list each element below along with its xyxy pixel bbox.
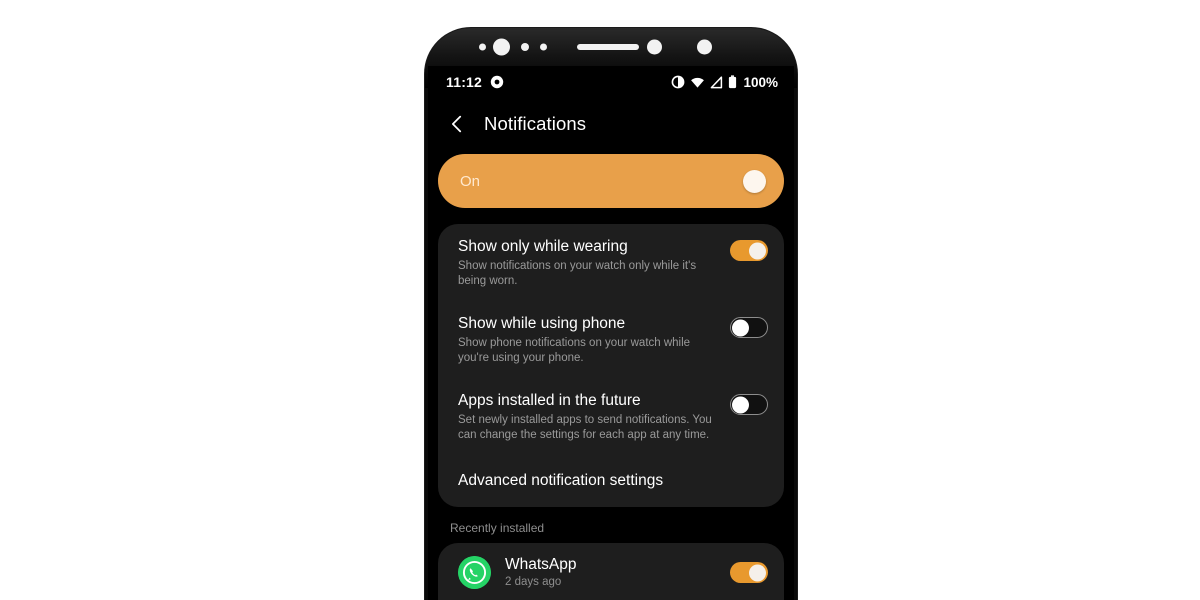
wifi-icon: [691, 77, 705, 88]
app-row-whatsapp[interactable]: WhatsApp 2 days ago: [438, 547, 784, 598]
notification-settings-card: Show only while wearing Show notificatio…: [438, 224, 784, 507]
sensor-dot-4: [647, 39, 662, 55]
toggle-knob: [749, 242, 766, 259]
whatsapp-icon: [458, 556, 491, 589]
sensor-dot-2: [521, 43, 529, 51]
page-title: Notifications: [484, 113, 587, 134]
status-bar-left: 11:12: [446, 74, 504, 90]
setting-title: Apps installed in the future: [458, 392, 641, 409]
back-chevron-icon[interactable]: [446, 113, 468, 135]
sensor-dot-3: [540, 43, 547, 51]
setting-title: Show only while wearing: [458, 238, 628, 255]
app-install-time: 2 days ago: [505, 576, 562, 588]
setting-row-show-only-while-wearing[interactable]: Show only while wearing Show notificatio…: [438, 224, 784, 301]
sensor-dot-1: [479, 43, 486, 51]
toggle-apps-installed-in-the-future[interactable]: [730, 394, 768, 415]
app-name: WhatsApp: [505, 556, 577, 573]
setting-row-text: Apps installed in the future Set newly i…: [458, 391, 720, 442]
battery-percent-label: 100%: [743, 74, 778, 90]
setting-row-advanced-notification-settings[interactable]: Advanced notification settings: [438, 455, 784, 507]
setting-title: Show while using phone: [458, 315, 626, 332]
toggle-show-while-using-phone[interactable]: [730, 317, 768, 338]
status-clock: 11:12: [446, 74, 483, 90]
battery-icon: [729, 75, 737, 89]
app-bar: Notifications: [428, 98, 794, 150]
app-row-text: WhatsApp 2 days ago: [505, 555, 716, 590]
toggle-show-only-while-wearing[interactable]: [730, 240, 768, 261]
phone-device-frame: 11:12 100% Notifications On Show only wh…: [425, 28, 797, 600]
setting-row-apps-installed-in-the-future[interactable]: Apps installed in the future Set newly i…: [438, 378, 784, 455]
alarm-icon: [490, 75, 504, 89]
master-notifications-switch[interactable]: On: [438, 154, 784, 208]
signal-icon: [711, 75, 723, 88]
setting-row-text: Show only while wearing Show notificatio…: [458, 237, 720, 288]
setting-subtitle: Show phone notifications on your watch w…: [458, 337, 691, 364]
advanced-settings-label: Advanced notification settings: [458, 472, 664, 489]
recently-installed-apps-card: WhatsApp 2 days ago: [438, 543, 784, 600]
toggle-knob: [732, 319, 749, 336]
brightness-icon: [672, 75, 685, 89]
sensor-dot-5: [697, 39, 712, 55]
master-switch-container: On: [428, 150, 794, 218]
setting-subtitle: Show notifications on your watch only wh…: [458, 260, 697, 287]
master-switch-label: On: [460, 172, 481, 190]
screenshot-canvas: 11:12 100% Notifications On Show only wh…: [0, 0, 1200, 600]
master-switch-knob[interactable]: [743, 169, 766, 193]
setting-row-text: Show while using phone Show phone notifi…: [458, 314, 720, 365]
earpiece-speaker: [577, 44, 639, 50]
front-camera-icon: [493, 38, 510, 56]
status-bar: 11:12 100%: [428, 66, 794, 98]
setting-row-show-while-using-phone[interactable]: Show while using phone Show phone notifi…: [438, 301, 784, 378]
setting-row-text: Advanced notification settings: [458, 471, 768, 490]
setting-subtitle: Set newly installed apps to send notific…: [458, 414, 712, 441]
toggle-knob: [732, 396, 749, 413]
status-bar-right: 100%: [671, 75, 778, 90]
device-top-bezel: [425, 28, 797, 66]
toggle-app-whatsapp[interactable]: [730, 562, 768, 583]
toggle-knob: [749, 564, 766, 581]
recently-installed-header: Recently installed: [450, 521, 545, 535]
phone-screen: 11:12 100% Notifications On Show only wh…: [428, 66, 794, 600]
